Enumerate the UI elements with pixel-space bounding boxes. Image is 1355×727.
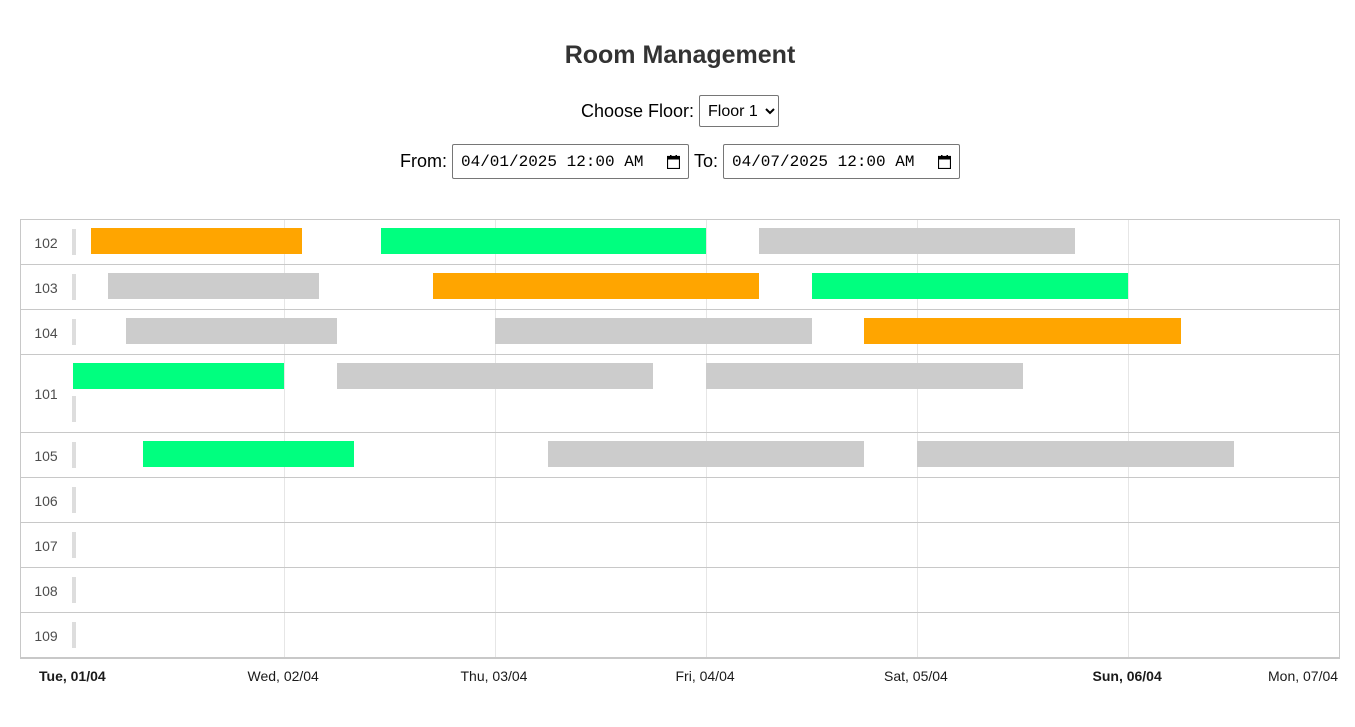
- row-marker: [72, 622, 76, 648]
- from-label: From:: [399, 151, 447, 171]
- to-datetime-value: 04/07/2025 12:00 AM: [732, 152, 915, 171]
- booking-bar[interactable]: [336, 363, 654, 389]
- date-range: From: 04/01/2025 12:00 AM To: 04/07/2025…: [0, 144, 1355, 179]
- booking-bar[interactable]: [811, 273, 1128, 299]
- calendar-icon[interactable]: [938, 154, 951, 169]
- floor-select[interactable]: Floor 1: [699, 95, 780, 127]
- axis-day-label: Sat, 05/04: [884, 668, 948, 684]
- booking-bar[interactable]: [495, 318, 812, 344]
- calendar-icon[interactable]: [666, 154, 680, 169]
- booking-bar[interactable]: [864, 318, 1181, 344]
- room-label: 103: [34, 279, 58, 296]
- room-row: 106: [21, 478, 1339, 523]
- room-label: 102: [34, 234, 58, 251]
- room-row: 108: [21, 568, 1339, 613]
- room-row: 109: [21, 613, 1339, 658]
- row-marker: [72, 274, 76, 300]
- room-label: 105: [34, 447, 58, 464]
- booking-bar[interactable]: [758, 228, 1076, 254]
- booking-bar[interactable]: [433, 273, 759, 299]
- booking-bar[interactable]: [547, 441, 865, 467]
- axis-day-label: Wed, 02/04: [247, 668, 319, 684]
- to-label: To:: [693, 151, 718, 171]
- booking-bar[interactable]: [125, 318, 337, 344]
- axis-day-label: Thu, 03/04: [460, 668, 528, 684]
- to-datetime-input[interactable]: 04/07/2025 12:00 AM: [723, 144, 960, 179]
- page-title: Room Management: [564, 41, 796, 69]
- booking-bar[interactable]: [706, 363, 1023, 389]
- row-marker: [72, 487, 76, 513]
- room-timeline[interactable]: 102 103 104 101 105 106 107 108 109: [20, 219, 1340, 659]
- room-label: 101: [34, 386, 58, 402]
- room-label: 104: [34, 324, 58, 341]
- booking-bar[interactable]: [90, 228, 302, 254]
- floor-label: Choose Floor:: [580, 100, 695, 121]
- room-label: 107: [34, 537, 58, 554]
- row-marker: [72, 229, 76, 255]
- room-row: 101: [21, 355, 1339, 433]
- room-label: 109: [34, 627, 58, 644]
- booking-bar[interactable]: [108, 273, 320, 299]
- axis-day-label: Sun, 06/04: [1092, 668, 1162, 684]
- floor-selector: Choose Floor: Floor 1: [0, 95, 1355, 127]
- axis-day-label: Mon, 07/04: [1268, 668, 1339, 684]
- row-marker: [72, 396, 76, 422]
- row-marker: [72, 577, 76, 603]
- axis-day-label: Tue, 01/04: [39, 668, 106, 684]
- room-row: 107: [21, 523, 1339, 568]
- room-row: 103: [21, 265, 1339, 310]
- booking-bar[interactable]: [143, 441, 355, 467]
- room-row: 105: [21, 433, 1339, 478]
- from-datetime-value: 04/01/2025 12:00 AM: [460, 152, 644, 171]
- from-datetime-input[interactable]: 04/01/2025 12:00 AM: [451, 144, 689, 179]
- row-marker: [72, 532, 76, 558]
- booking-bar[interactable]: [73, 363, 284, 389]
- axis-day-label: Fri, 04/04: [675, 668, 735, 684]
- room-row: 104: [21, 310, 1339, 355]
- booking-bar[interactable]: [917, 441, 1234, 467]
- room-label: 106: [34, 492, 58, 509]
- room-label: 108: [34, 582, 58, 599]
- booking-bar[interactable]: [380, 228, 706, 254]
- room-row: 102: [21, 220, 1339, 265]
- row-marker: [72, 319, 76, 345]
- row-marker: [72, 442, 76, 468]
